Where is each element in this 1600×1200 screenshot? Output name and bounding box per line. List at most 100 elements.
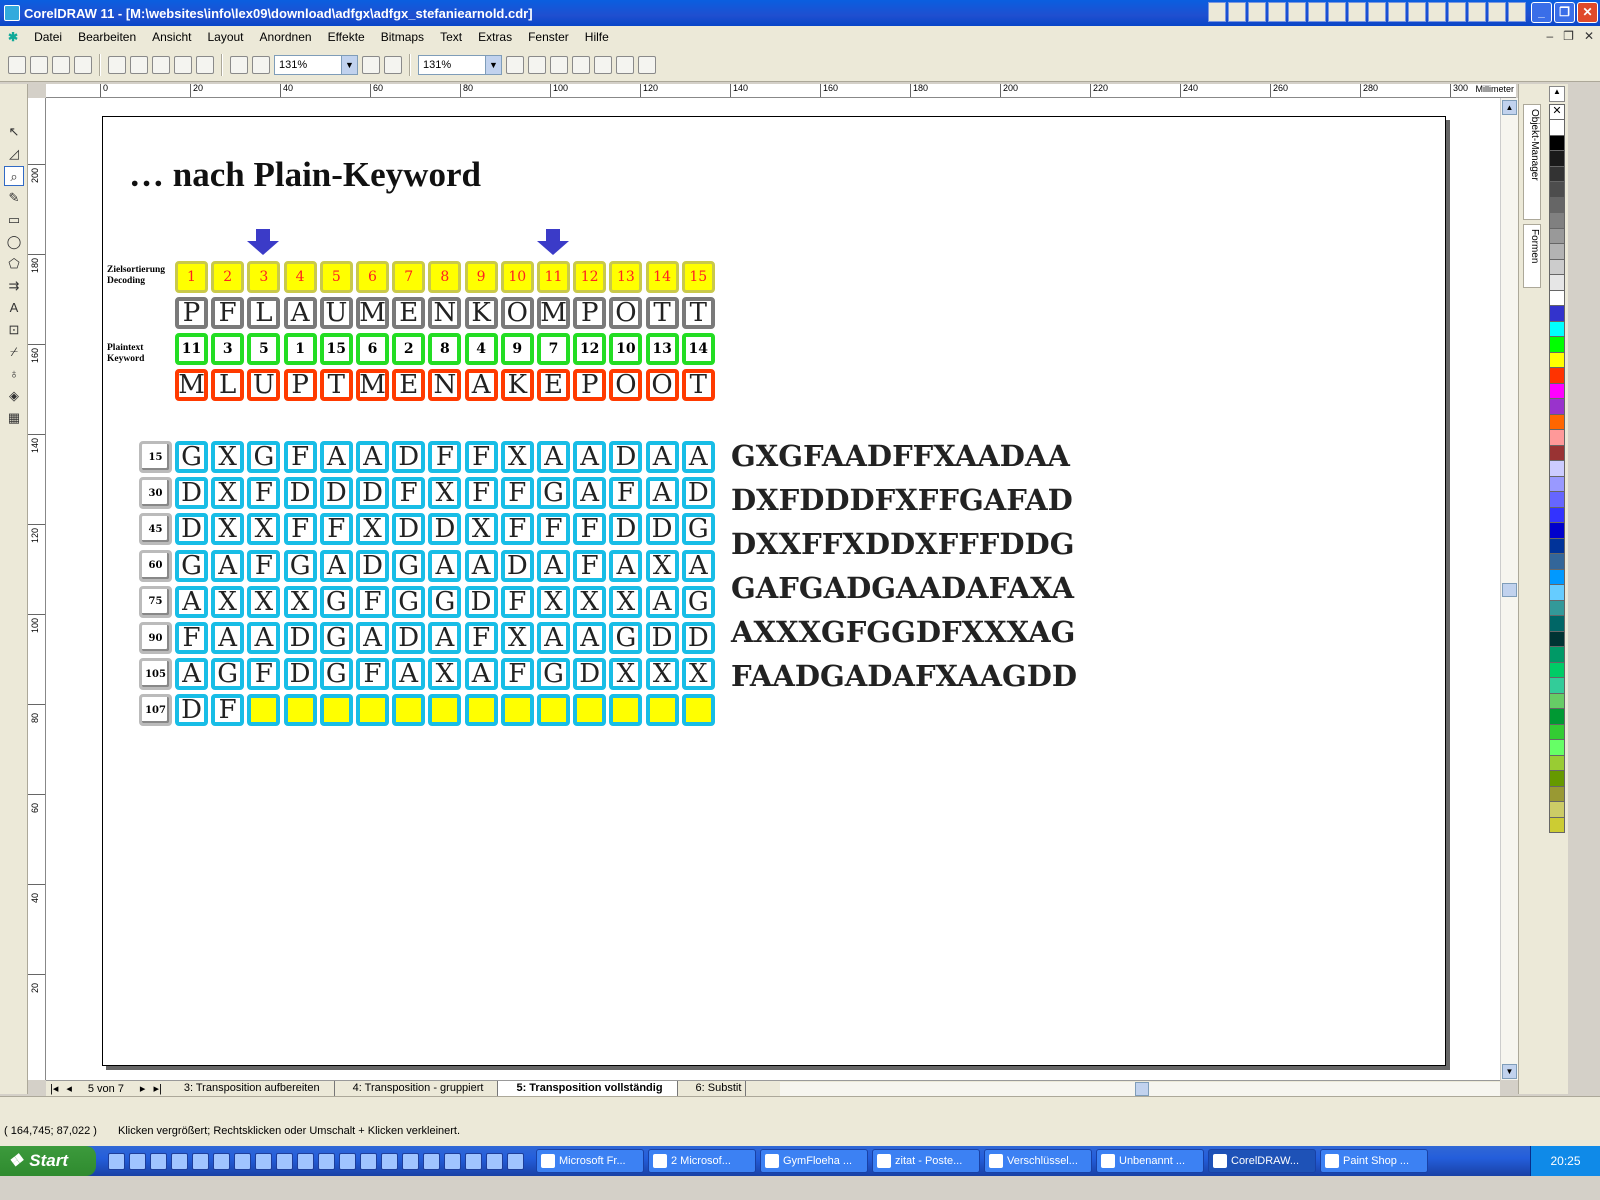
cipher-cell[interactable]: A [645,477,679,510]
no-fill-swatch[interactable]: ✕ [1549,104,1565,120]
decoding-cell[interactable]: 13 [609,261,643,293]
cipher-cell[interactable]: D [573,658,607,691]
chevron-down-icon[interactable]: ▼ [485,55,501,74]
cipher-cell[interactable]: A [175,585,208,618]
cipher-cell[interactable]: A [681,441,715,473]
doc-minimize-button[interactable]: – [1546,29,1553,43]
cipher-cell[interactable]: G [392,585,426,618]
docker-tab-formen[interactable]: Formen [1523,224,1541,288]
app-icon[interactable] [1328,2,1346,22]
plaintext-cell[interactable]: T [681,297,715,329]
menu-datei[interactable]: Datei [26,30,70,44]
app-icon[interactable] [1268,2,1286,22]
cipher-cell[interactable]: X [645,549,679,582]
keyword-cell[interactable]: 11 [175,333,208,365]
scroll-up-icon[interactable]: ▲ [1502,100,1517,115]
coreldraw-app-icon[interactable] [4,5,20,21]
paste-icon[interactable] [152,55,170,74]
cipher-cell[interactable]: F [247,477,281,510]
document-page[interactable]: … nach Plain-Keyword Zielsortierung Deco… [102,116,1446,1066]
cipher-cell[interactable]: A [537,549,570,582]
cipher-cell[interactable]: D [283,622,317,654]
cipher-cell[interactable]: A [175,658,208,691]
zoom-page-icon[interactable] [594,55,612,74]
cipher-cell[interactable]: D [392,441,426,473]
color-swatch[interactable] [1549,523,1565,539]
taskbar-button[interactable]: Paint Shop ... [1320,1149,1428,1173]
cipher-cell[interactable]: F [537,513,570,546]
output-line[interactable]: GXGFAADFFXAADAA [731,439,1070,473]
cut-icon[interactable] [108,55,126,74]
taskbar-button[interactable]: 2 Microsof... [648,1149,756,1173]
cipher-cell[interactable]: A [392,658,426,691]
app-icon[interactable] [1248,2,1266,22]
row-count-cell[interactable]: 60 [139,549,172,582]
decoding-cell[interactable]: 8 [428,261,462,293]
quick-launch-icon[interactable] [129,1152,146,1170]
quick-launch-icon[interactable] [339,1152,356,1170]
output-line[interactable]: AXXXGFGGDFXXXAG [731,615,1075,649]
text-tool-icon[interactable]: A [4,298,24,318]
cipher-cell[interactable]: X [211,441,245,473]
cipher-cell[interactable]: D [500,549,534,582]
cipher-cell[interactable]: D [319,477,353,510]
color-swatch[interactable] [1549,414,1565,430]
keyword-cell[interactable]: 5 [247,333,281,365]
keyword-cell[interactable]: 15 [319,333,353,365]
color-swatch[interactable] [1549,321,1565,337]
scroll-down-icon[interactable]: ▼ [1502,1064,1517,1079]
menu-bitmaps[interactable]: Bitmaps [373,30,432,44]
color-swatch[interactable] [1549,476,1565,492]
zoom-in-icon[interactable] [506,55,524,74]
menu-layout[interactable]: Layout [199,30,251,44]
cipher-cell[interactable]: G [681,585,715,618]
cipher-cell[interactable]: D [681,622,715,654]
quick-launch-icon[interactable] [297,1152,314,1170]
quick-launch-icon[interactable] [402,1152,419,1170]
row-count-cell[interactable]: 30 [139,477,172,510]
palette-up-icon[interactable]: ▲ [1549,86,1565,102]
zoom-all-icon[interactable] [572,55,590,74]
cipher-cell[interactable]: G [247,441,281,473]
decoding-cell[interactable]: 4 [283,261,317,293]
cipher-cell[interactable]: F [573,549,607,582]
plaintext-cell[interactable]: O [609,297,643,329]
cipher-cell[interactable]: X [573,585,607,618]
decoding-cell[interactable]: 6 [356,261,389,293]
doc-restore-button[interactable]: ❐ [1563,29,1574,43]
quick-launch-icon[interactable] [507,1152,524,1170]
color-swatch[interactable] [1549,399,1565,415]
keyword-cell[interactable]: 1 [283,333,317,365]
color-swatch[interactable] [1549,383,1565,399]
keyword-cell[interactable]: 2 [392,333,426,365]
cipher-cell[interactable]: G [175,549,208,582]
app-icon[interactable] [1368,2,1386,22]
color-swatch[interactable] [1549,120,1565,136]
sorted-cell[interactable]: E [392,369,426,401]
zoom-level-select[interactable]: 131% ▼ [274,54,358,75]
cipher-cell[interactable]: F [500,658,534,691]
application-launcher-icon[interactable] [362,55,380,74]
quick-launch-icon[interactable] [255,1152,272,1170]
cipher-cell[interactable]: A [211,622,245,654]
cipher-cell[interactable]: G [537,477,570,510]
color-swatch[interactable] [1549,290,1565,306]
taskbar-button[interactable]: CorelDRAW... [1208,1149,1316,1173]
zoom-out-icon[interactable] [528,55,546,74]
docker-tab-object-manager[interactable]: Objekt-Manager [1523,104,1541,220]
color-swatch[interactable] [1549,817,1565,833]
cipher-cell[interactable]: F [392,477,426,510]
quick-launch-icon[interactable] [150,1152,167,1170]
color-swatch[interactable] [1549,151,1565,167]
sorted-cell[interactable]: M [175,369,208,401]
color-swatch[interactable] [1549,631,1565,647]
plaintext-cell[interactable]: P [175,297,208,329]
cipher-cell[interactable]: D [175,477,208,510]
color-swatch[interactable] [1549,538,1565,554]
app-icon[interactable] [1428,2,1446,22]
keyword-cell[interactable]: 3 [211,333,245,365]
polygon-tool-icon[interactable]: ⬠ [4,254,24,274]
quick-launch-icon[interactable] [318,1152,335,1170]
color-swatch[interactable] [1549,740,1565,756]
print-icon[interactable] [74,55,92,74]
